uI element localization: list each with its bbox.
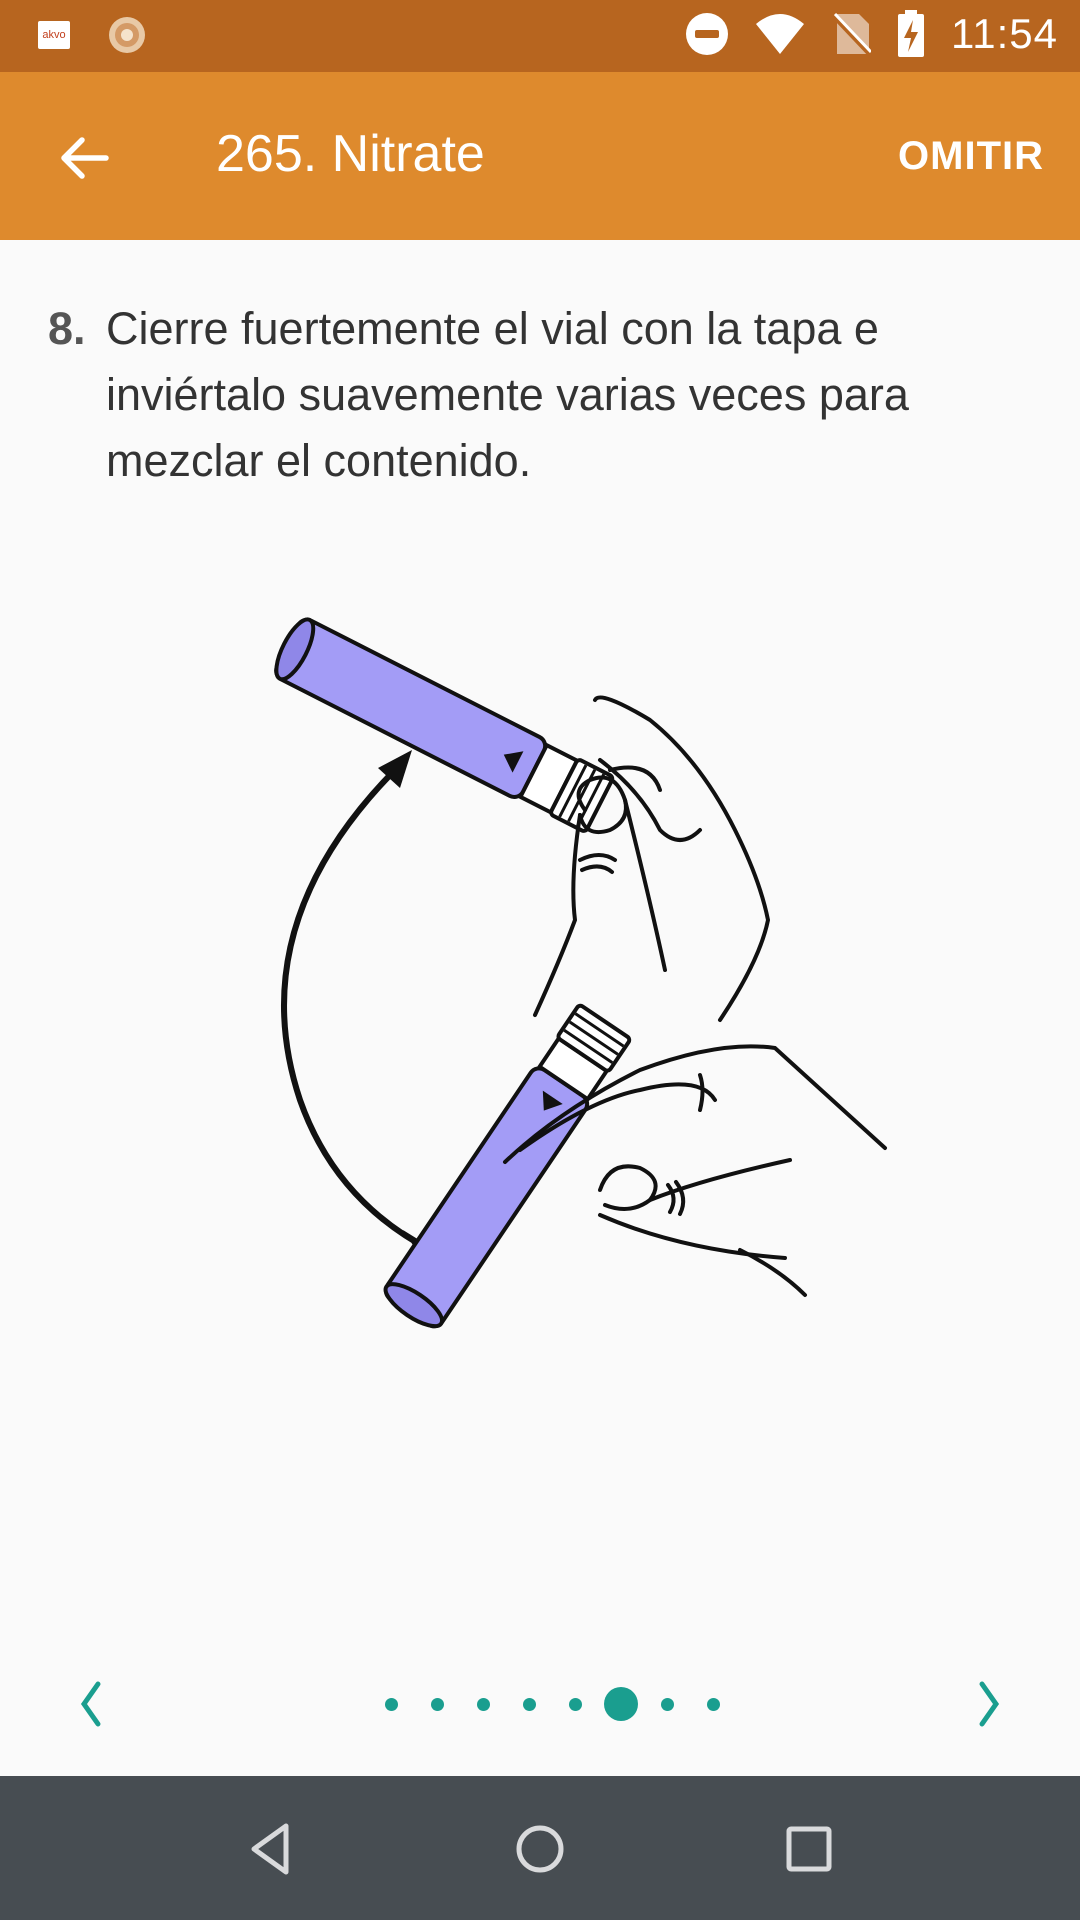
- page-dot: [522, 1697, 536, 1711]
- system-recents-button[interactable]: [774, 1814, 844, 1884]
- back-arrow-icon[interactable]: [58, 132, 110, 184]
- no-sim-icon: [831, 12, 871, 56]
- page-dot: [660, 1697, 674, 1711]
- pager: [0, 1660, 1080, 1750]
- page-title: 265. Nitrate: [216, 125, 485, 183]
- chevron-right-icon: [979, 1681, 1000, 1727]
- sun-icon: [109, 17, 145, 53]
- app-bar: 265. Nitrate OMITIR: [0, 72, 1080, 240]
- square-recents-icon: [786, 1826, 832, 1872]
- upper-hand: [533, 695, 771, 1022]
- system-back-button[interactable]: [236, 1814, 306, 1884]
- triangle-back-icon: [251, 1823, 289, 1875]
- akvo-app-icon: akvo: [38, 21, 70, 49]
- skip-button[interactable]: OMITIR: [898, 134, 1044, 179]
- invert-vial-illustration: [274, 617, 887, 1329]
- system-nav-bar: [0, 1776, 1080, 1920]
- page-dot: [384, 1697, 398, 1711]
- page-dot: [706, 1697, 720, 1711]
- page-indicator: [0, 1660, 1080, 1750]
- upper-vial: [274, 617, 615, 833]
- circle-home-icon: [516, 1825, 564, 1873]
- step-text: Cierre fuertemente el vial con la tapa e…: [106, 303, 909, 486]
- battery-charging-icon: [898, 10, 924, 57]
- step-number: 8.: [48, 303, 86, 354]
- system-home-button[interactable]: [505, 1814, 575, 1884]
- do-not-disturb-icon: [686, 13, 728, 55]
- page-dot-active: [604, 1687, 638, 1721]
- rotation-arrow-icon: [281, 750, 445, 1262]
- next-button[interactable]: [958, 1674, 1018, 1734]
- page-dot: [430, 1697, 444, 1711]
- instruction-step: 8. Cierre fuertemente el vial con la tap…: [48, 296, 1038, 494]
- page-dot: [476, 1697, 490, 1711]
- status-bar: akvo 11:54: [0, 0, 1080, 72]
- page-dot: [568, 1697, 582, 1711]
- status-time: 11:54: [951, 10, 1058, 57]
- wifi-icon: [756, 14, 804, 54]
- lower-vial: [383, 1003, 632, 1329]
